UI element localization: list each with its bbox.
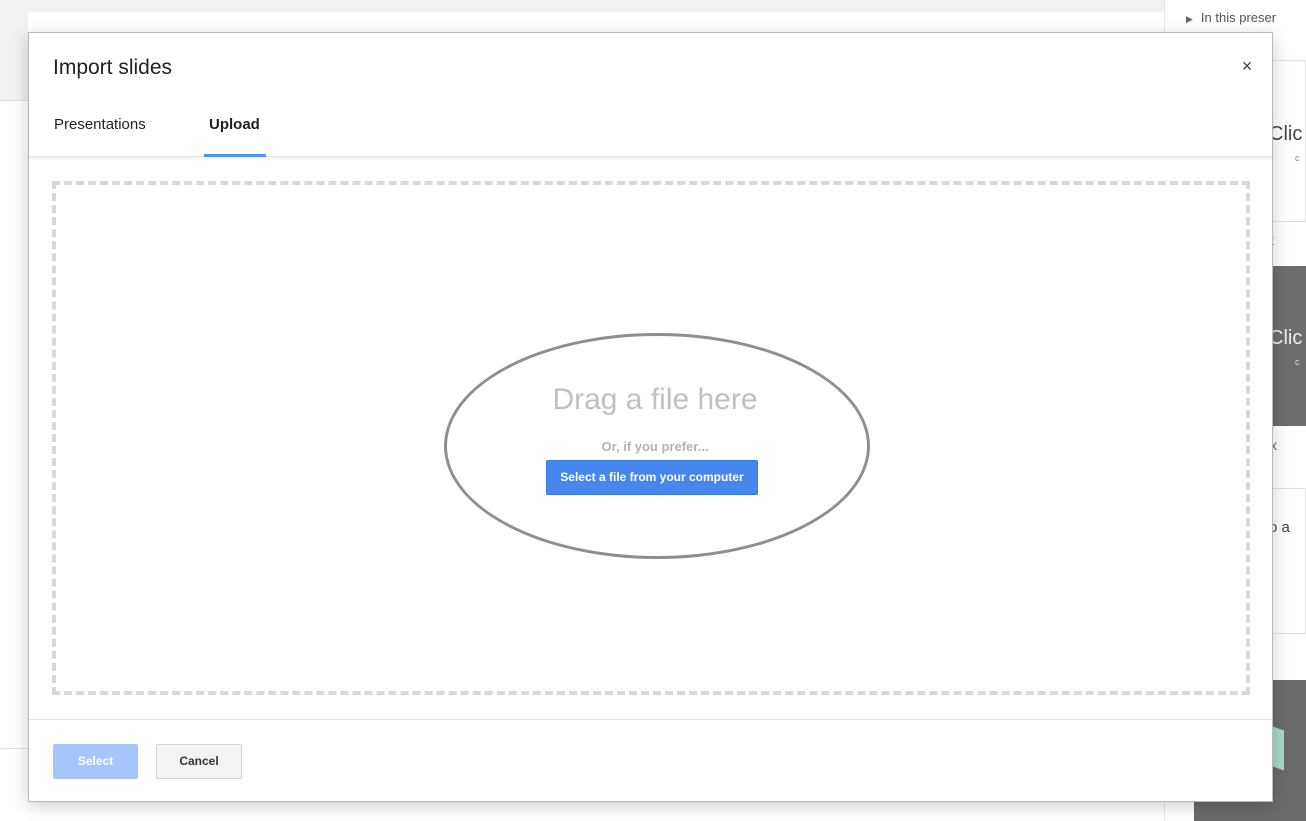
tab-upload[interactable]: Upload: [209, 116, 260, 133]
or-prefer-text: Or, if you prefer...: [601, 439, 709, 454]
footer-divider: [29, 719, 1272, 720]
triangle-right-icon: ▶: [1186, 14, 1193, 24]
select-button[interactable]: Select: [53, 744, 138, 779]
drag-file-text: Drag a file here: [552, 383, 758, 416]
dialog-tabs: Presentations Upload: [29, 105, 1272, 157]
right-panel-header-text: In this preser: [1200, 10, 1277, 25]
background-left-strip: [0, 12, 28, 100]
background-divider: [0, 100, 28, 101]
card-title-text: Clic: [1269, 123, 1303, 145]
card-subtitle-text: c: [1295, 153, 1300, 163]
card-subtitle-text: c: [1295, 357, 1300, 367]
active-tab-indicator: [204, 154, 266, 157]
close-icon[interactable]: ×: [1236, 55, 1258, 77]
right-panel-header: ▶ In this preser: [1186, 10, 1276, 25]
tab-presentations[interactable]: Presentations: [54, 116, 146, 133]
background-topbar: [0, 0, 1306, 12]
cancel-button[interactable]: Cancel: [156, 744, 242, 779]
background-divider: [0, 748, 28, 749]
card-title-text: Clic: [1269, 327, 1303, 349]
import-slides-dialog: Import slides × Presentations Upload Dra…: [28, 32, 1273, 802]
select-file-from-computer-button[interactable]: Select a file from your computer: [546, 460, 758, 495]
file-drop-zone[interactable]: Drag a file here Or, if you prefer... Se…: [52, 181, 1250, 695]
dialog-title: Import slides: [53, 56, 173, 79]
